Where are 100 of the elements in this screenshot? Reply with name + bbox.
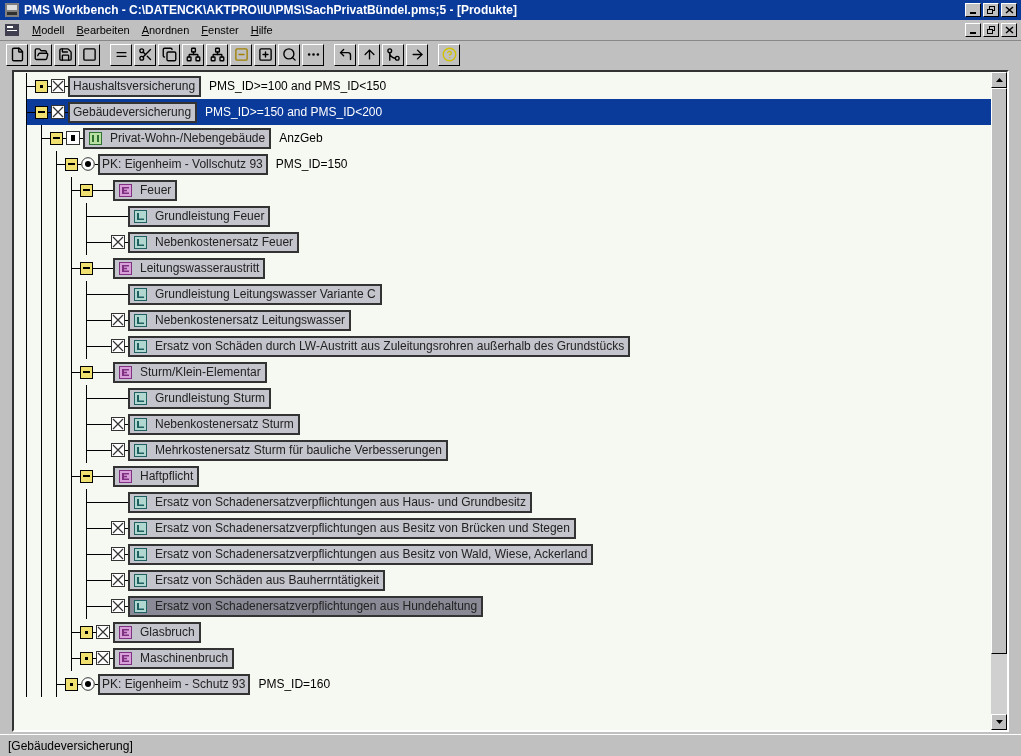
benefit-icon (134, 339, 147, 353)
down-arrow-icon (995, 720, 1003, 724)
tree-node[interactable]: Grundleistung Leitungswasser Variante C (128, 283, 382, 305)
menu-item[interactable]: Fenster (201, 21, 239, 39)
tree-node[interactable]: Nebenkostenersatz Sturm (128, 413, 300, 435)
minimize-button[interactable] (965, 3, 981, 17)
toolbar-button[interactable] (382, 43, 404, 66)
node-label: Privat-Wohn-/Nebengebäude (110, 130, 266, 147)
tree-node[interactable]: Privat-Wohn-/Nebengebäude (83, 127, 272, 149)
scroll-up-button[interactable] (991, 72, 1007, 88)
restore-icon (986, 26, 996, 34)
menu-item[interactable]: Hilfe (250, 21, 273, 39)
tree-node[interactable]: Haushaltsversicherung (68, 75, 202, 97)
toolbar-button[interactable] (6, 43, 28, 66)
toolbar-button[interactable] (78, 43, 100, 66)
node-condition: AnzGeb (279, 130, 323, 147)
optional-cross-icon (111, 313, 125, 327)
tree-node[interactable]: Grundleistung Feuer (128, 205, 271, 227)
tree-node[interactable]: Grundleistung Sturm (128, 387, 272, 409)
node-label: Haushaltsversicherung (73, 78, 196, 95)
tree-node[interactable]: Glasbruch (113, 621, 201, 643)
collapse-toggle[interactable] (80, 183, 93, 197)
tree-node[interactable]: Ersatz von Schäden aus Bauherrntätigkeit (128, 569, 386, 591)
save-icon (57, 47, 73, 62)
toolbar-button[interactable] (182, 43, 204, 66)
document-icon (4, 23, 20, 37)
menu-item[interactable]: Bearbeiten (76, 21, 130, 39)
collapse-toggle[interactable] (65, 157, 78, 171)
toolbar-button[interactable] (334, 43, 356, 66)
menu-item[interactable]: Anordnen (141, 21, 190, 39)
element-icon (119, 651, 132, 665)
node-label: Nebenkostenersatz Feuer (155, 234, 294, 251)
tree-node[interactable]: Ersatz von Schadenersatzverpflichtungen aus Besitz von Wald, Wiese, Ackerland (128, 543, 594, 565)
tree-node[interactable]: Maschinenbruch (113, 647, 235, 669)
arrow-right-icon (409, 47, 425, 62)
expand-toggle[interactable] (80, 651, 93, 665)
collapse-toggle[interactable] (80, 469, 93, 483)
toolbar-button[interactable] (254, 43, 276, 66)
toolbar-button[interactable] (30, 43, 52, 66)
collapse-toggle[interactable] (35, 105, 48, 119)
benefit-icon (134, 521, 147, 535)
node-condition: PMS_ID=160 (258, 676, 331, 693)
tree-node[interactable]: Haftpflicht (113, 465, 200, 487)
restore-button[interactable] (983, 23, 999, 37)
tree-node[interactable]: Sturm/Klein-Elementar (113, 361, 267, 383)
copy-icon (161, 47, 177, 62)
selected-tree-row[interactable]: Gebäudeversicherung PMS_ID>=150 and PMS_ID<200 (27, 99, 991, 125)
close-button[interactable] (1001, 3, 1017, 17)
node-condition: PMS_ID=150 (275, 156, 348, 173)
collapse-toggle[interactable] (80, 365, 93, 379)
radio-icon (81, 157, 95, 171)
tree-node[interactable]: Nebenkostenersatz Leitungswasser (128, 309, 352, 331)
tree-node[interactable]: Ersatz von Schadenersatzverpflichtungen aus Besitz von Brücken und Stegen (128, 517, 576, 539)
menu-item[interactable]: Modell (32, 21, 65, 39)
node-label: Maschinenbruch (140, 650, 229, 667)
node-label: Grundleistung Feuer (155, 208, 265, 225)
node-label: Feuer (140, 182, 172, 199)
tree-node[interactable]: Feuer (113, 179, 178, 201)
app-icon (4, 2, 20, 18)
node-label: Ersatz von Schäden durch LW-Austritt aus Zuleitungsrohren außerhalb des Grundstücks (155, 338, 625, 355)
element-icon (119, 261, 132, 275)
node-label: PK: Eigenheim - Vollschutz 93 (102, 156, 263, 173)
expand-toggle[interactable] (80, 625, 93, 639)
tree-node[interactable]: Gebäudeversicherung (68, 101, 198, 123)
toolbar-button[interactable] (54, 43, 76, 66)
collapse-toggle[interactable] (50, 131, 63, 145)
benefit-icon (134, 287, 147, 301)
close-button[interactable] (1001, 23, 1017, 37)
toolbar-button[interactable] (358, 43, 380, 66)
optional-cross-icon (96, 625, 110, 639)
tree-node[interactable]: PK: Eigenheim - Vollschutz 93 (98, 153, 268, 175)
toolbar-button[interactable] (406, 43, 428, 66)
expand-toggle[interactable] (65, 677, 78, 691)
optional-cross-icon (51, 105, 65, 119)
restore-button[interactable] (983, 3, 999, 17)
tree-node[interactable]: Ersatz von Schadenersatzverpflichtungen aus Hundehaltung (128, 595, 484, 617)
toolbar-button[interactable] (302, 43, 324, 66)
collapse-icon (233, 47, 249, 62)
collapse-toggle[interactable] (80, 261, 93, 275)
tree-node[interactable]: Leitungswasseraustritt (113, 257, 266, 279)
tree-node[interactable]: Nebenkostenersatz Feuer (128, 231, 300, 253)
tree-icon (185, 47, 201, 62)
cut-icon (137, 47, 153, 62)
tree-node[interactable]: PK: Eigenheim - Schutz 93 (98, 673, 251, 695)
scroll-down-button[interactable] (991, 714, 1007, 730)
tree-node[interactable]: Ersatz von Schadenersatzverpflichtungen aus Haus- und Grundbesitz (128, 491, 532, 513)
toolbar-button[interactable] (278, 43, 300, 66)
toolbar-button[interactable] (134, 43, 156, 66)
toolbar-button[interactable] (438, 43, 460, 66)
minimize-button[interactable] (965, 23, 981, 37)
toolbar-button[interactable] (206, 43, 228, 66)
tree-node[interactable]: Ersatz von Schäden durch LW-Austritt aus Zuleitungsrohren außerhalb des Grundstücks (128, 335, 631, 357)
node-label: Ersatz von Schadenersatzverpflichtungen aus Hundehaltung (155, 598, 478, 615)
toolbar-button[interactable] (158, 43, 180, 66)
toolbar-button[interactable] (110, 43, 132, 66)
tree-node[interactable]: Mehrkostenersatz Sturm für bauliche Verbesserungen (128, 439, 448, 461)
node-label: Sturm/Klein-Elementar (140, 364, 261, 381)
node-label: Grundleistung Leitungswasser Variante C (155, 286, 376, 303)
expand-toggle[interactable] (35, 79, 48, 93)
toolbar-button[interactable] (230, 43, 252, 66)
